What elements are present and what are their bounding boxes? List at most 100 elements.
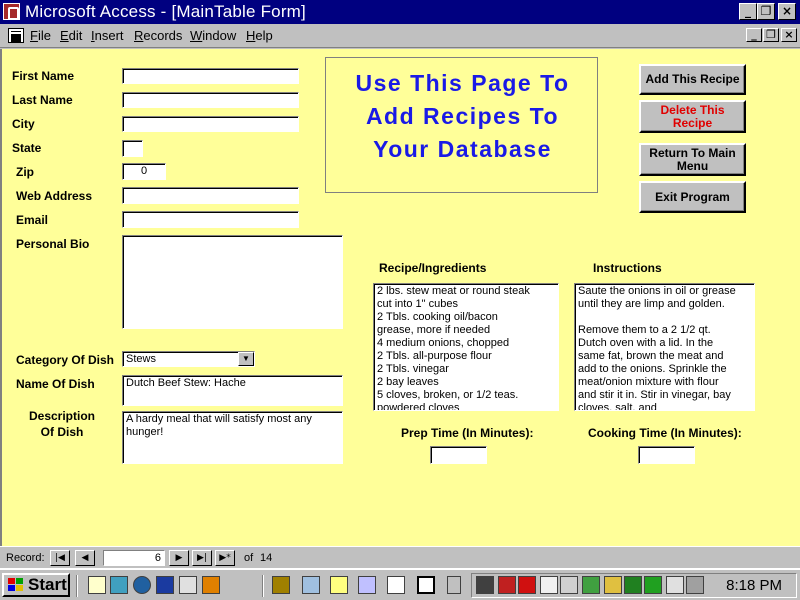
task-app-1-icon[interactable]	[272, 576, 290, 594]
minimize-button[interactable]: _	[739, 3, 757, 20]
search-icon[interactable]	[330, 576, 348, 594]
current-record-field[interactable]: 6	[103, 550, 165, 566]
system-tray: 8:18 PM	[471, 573, 797, 598]
last-name-label: Last Name	[12, 93, 73, 107]
web-address-label: Web Address	[16, 189, 93, 203]
prep-time-field[interactable]	[430, 446, 487, 464]
doc-close-button[interactable]: ×	[781, 28, 797, 42]
ati-icon[interactable]	[518, 576, 536, 594]
city-field[interactable]	[122, 116, 299, 132]
screen: Microsoft Access - [MainTable Form] _ ❐ …	[0, 0, 800, 600]
table-view-icon[interactable]	[387, 576, 405, 594]
internet-explorer-icon[interactable]	[133, 576, 151, 594]
web-address-field[interactable]	[122, 187, 299, 204]
new-record-button[interactable]: ▶*	[215, 550, 235, 566]
instruction-banner: Use This Page To Add Recipes To Your Dat…	[325, 57, 598, 193]
title-bar[interactable]: Microsoft Access - [MainTable Form] _ ❐ …	[0, 0, 800, 24]
doc-restore-button[interactable]: ❐	[763, 28, 779, 42]
network-icon[interactable]	[644, 576, 662, 594]
next-record-button[interactable]: ▶	[169, 550, 189, 566]
restore-button[interactable]: ❐	[757, 3, 775, 20]
word-icon[interactable]	[156, 576, 174, 594]
email-field[interactable]	[122, 211, 299, 228]
zip-label: Zip	[16, 165, 34, 179]
menu-insert[interactable]: Insert	[91, 28, 124, 43]
runner-icon[interactable]	[582, 576, 600, 594]
delete-recipe-button[interactable]: Delete This Recipe	[639, 100, 746, 133]
clock[interactable]: 8:18 PM	[726, 577, 782, 594]
form-view-icon[interactable]	[417, 576, 435, 594]
media-player-icon[interactable]	[202, 576, 220, 594]
taskbar-separator-2	[262, 575, 264, 597]
city-label: City	[12, 117, 35, 131]
taskbar-separator	[76, 575, 78, 597]
last-name-field[interactable]	[122, 92, 299, 108]
category-combo[interactable]: Stews ▼	[122, 351, 255, 367]
banner-line-1: Use This Page To	[355, 70, 570, 96]
recipe-form: First Name Last Name City State Zip 0 We…	[0, 49, 800, 546]
personal-bio-field[interactable]	[122, 235, 343, 329]
tray-app-5-icon[interactable]	[686, 576, 704, 594]
tray-app-2-icon[interactable]	[498, 576, 516, 594]
start-label: Start	[28, 575, 67, 594]
description-field[interactable]: A hardy meal that will satisfy most any …	[122, 411, 343, 464]
state-field[interactable]	[122, 140, 143, 157]
record-of-label: of	[244, 552, 254, 564]
record-total: 14	[260, 552, 273, 564]
task-app-2-icon[interactable]	[302, 576, 320, 594]
outlook-icon[interactable]	[110, 576, 128, 594]
add-recipe-button[interactable]: Add This Recipe	[639, 64, 746, 95]
previous-record-button[interactable]: ◀	[75, 550, 95, 566]
chevron-down-icon[interactable]: ▼	[238, 352, 254, 366]
personal-bio-label: Personal Bio	[16, 237, 90, 251]
cooking-time-field[interactable]	[638, 446, 695, 464]
first-record-button[interactable]: |◀	[50, 550, 70, 566]
desktop-icon[interactable]	[179, 576, 197, 594]
menu-records[interactable]: Records	[134, 28, 182, 43]
category-value: Stews	[126, 353, 156, 365]
menu-file[interactable]: File	[30, 28, 51, 43]
taskbar: Start 8:18 PM	[0, 568, 800, 600]
tray-app-4-icon[interactable]	[624, 576, 642, 594]
recipe-ingredients-label: Recipe/Ingredients	[379, 261, 487, 275]
scroll-arrows-icon[interactable]	[447, 576, 461, 594]
font-icon[interactable]	[540, 576, 558, 594]
printer-icon[interactable]	[666, 576, 684, 594]
start-button[interactable]: Start	[2, 573, 70, 597]
menu-edit[interactable]: Edit	[60, 28, 82, 43]
menu-bar: File Edit Insert Records Window Help _ ❐…	[0, 24, 800, 48]
first-name-field[interactable]	[122, 68, 299, 84]
return-main-menu-button[interactable]: Return To Main Menu	[639, 143, 746, 176]
exit-program-button[interactable]: Exit Program	[639, 181, 746, 213]
doc-minimize-button[interactable]: _	[746, 28, 762, 42]
menu-help[interactable]: Help	[246, 28, 273, 43]
name-of-dish-field[interactable]: Dutch Beef Stew: Hache	[122, 375, 343, 406]
banner-line-3: Your Database	[373, 136, 552, 162]
zip-field[interactable]: 0	[122, 163, 166, 180]
tray-app-1-icon[interactable]	[476, 576, 494, 594]
banner-line-2: Add Recipes To	[365, 103, 560, 129]
volume-icon[interactable]	[560, 576, 578, 594]
description-label-line-2: Of Dish	[40, 425, 84, 439]
email-label: Email	[16, 213, 49, 227]
cooking-time-label: Cooking Time (In Minutes):	[588, 426, 742, 440]
prep-time-label: Prep Time (In Minutes):	[401, 426, 534, 440]
notepad-icon[interactable]	[88, 576, 106, 594]
access-key-icon[interactable]	[3, 3, 20, 20]
instructions-field[interactable]: Saute the onions in oil or grease until …	[574, 283, 755, 411]
first-name-label: First Name	[12, 69, 75, 83]
windows-logo-icon	[8, 578, 24, 592]
form-document-icon[interactable]	[8, 28, 24, 43]
record-navigation: Record: |◀ ◀ 6 ▶ ▶| ▶* of 14	[0, 546, 800, 568]
last-record-button[interactable]: ▶|	[192, 550, 212, 566]
recipe-ingredients-field[interactable]: 2 lbs. stew meat or round steak cut into…	[373, 283, 559, 411]
category-label: Category Of Dish	[16, 353, 115, 367]
windows-cascade-icon[interactable]	[358, 576, 376, 594]
instructions-label: Instructions	[593, 261, 662, 275]
record-label: Record:	[6, 552, 45, 564]
menu-window[interactable]: Window	[190, 28, 236, 43]
tray-app-3-icon[interactable]	[604, 576, 622, 594]
window-title: Microsoft Access - [MainTable Form]	[25, 2, 306, 21]
close-button[interactable]: ×	[778, 3, 796, 20]
state-label: State	[12, 141, 42, 155]
